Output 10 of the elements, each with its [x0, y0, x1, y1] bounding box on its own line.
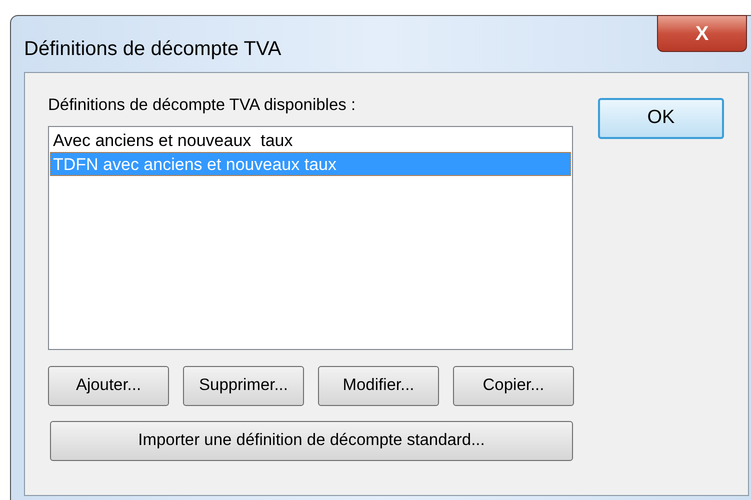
list-label: Définitions de décompte TVA disponibles :: [48, 97, 357, 114]
list-item[interactable]: Avec anciens et nouveaux taux: [50, 128, 571, 152]
action-button[interactable]: Modifier...: [318, 366, 439, 406]
action-button[interactable]: Ajouter...: [48, 366, 169, 406]
window-title: Définitions de décompte TVA: [23, 37, 282, 62]
ok-button[interactable]: OK: [598, 98, 724, 139]
action-button[interactable]: Copier...: [453, 366, 574, 406]
action-button[interactable]: Supprimer...: [183, 366, 304, 406]
close-button[interactable]: X: [657, 15, 747, 52]
import-button[interactable]: Importer une définition de décompte standard...: [50, 420, 573, 460]
